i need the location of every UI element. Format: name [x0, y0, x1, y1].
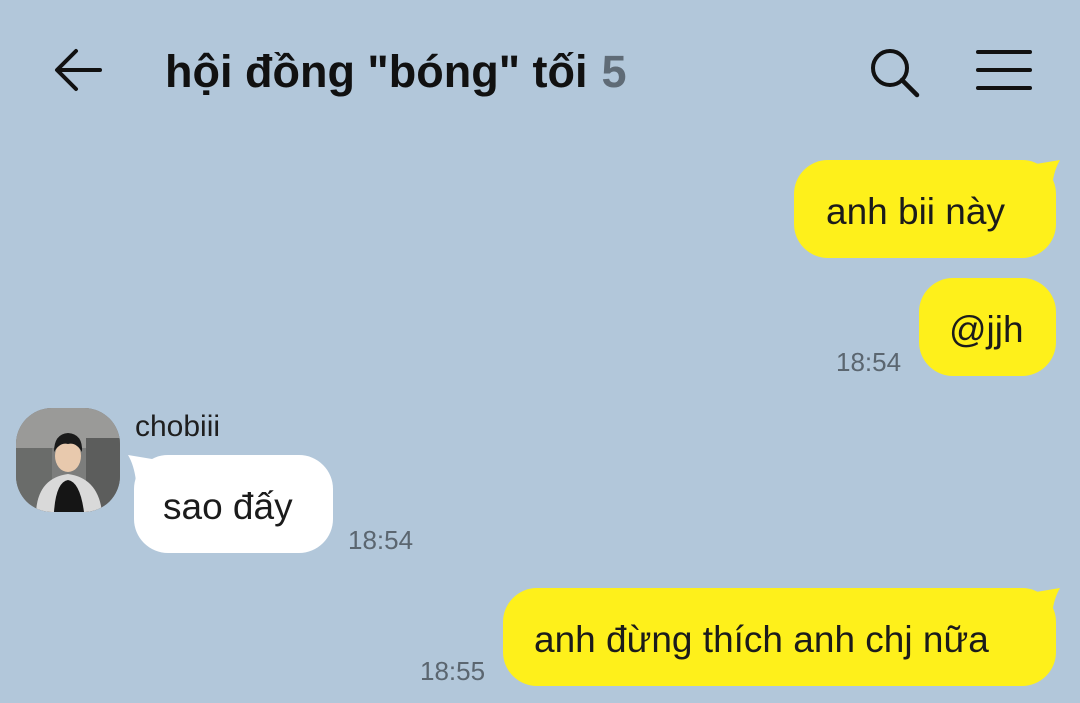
arrow-left-icon [55, 49, 102, 91]
sender-name: chobiii [135, 410, 221, 443]
chat-header: hội đồng "bóng" tối 5 [0, 0, 1080, 140]
bubble-tail [128, 455, 152, 481]
message-timestamp: 18:55 [420, 656, 486, 686]
message-timestamp: 18:54 [836, 347, 902, 377]
message-bubble-outgoing[interactable]: @jjh [919, 278, 1056, 376]
menu-icon [976, 50, 1032, 90]
avatar[interactable] [16, 408, 120, 512]
message-timestamp: 18:54 [348, 525, 414, 555]
chat-title-text: hội đồng "bóng" tối [165, 46, 588, 97]
profile-photo-icon [16, 408, 120, 512]
chat-title: hội đồng "bóng" tối 5 [165, 44, 627, 100]
message-bubble-outgoing[interactable]: anh bii này [794, 160, 1060, 258]
menu-button[interactable] [972, 44, 1036, 100]
message-text: sao đấy [163, 486, 293, 527]
message-bubble-outgoing[interactable]: anh đừng thích anh chj nữa [503, 588, 1060, 686]
bubble-tail [1036, 160, 1060, 186]
message-bubble-incoming[interactable]: sao đấy [128, 455, 333, 553]
message-text: anh đừng thích anh chj nữa [534, 619, 989, 660]
message-text: anh bii này [826, 191, 1005, 232]
search-button[interactable] [866, 44, 922, 100]
search-icon [871, 49, 920, 98]
message-text: @jjh [949, 309, 1024, 350]
member-count: 5 [601, 46, 627, 97]
back-button[interactable] [48, 42, 108, 98]
bubble-tail [1036, 588, 1060, 614]
